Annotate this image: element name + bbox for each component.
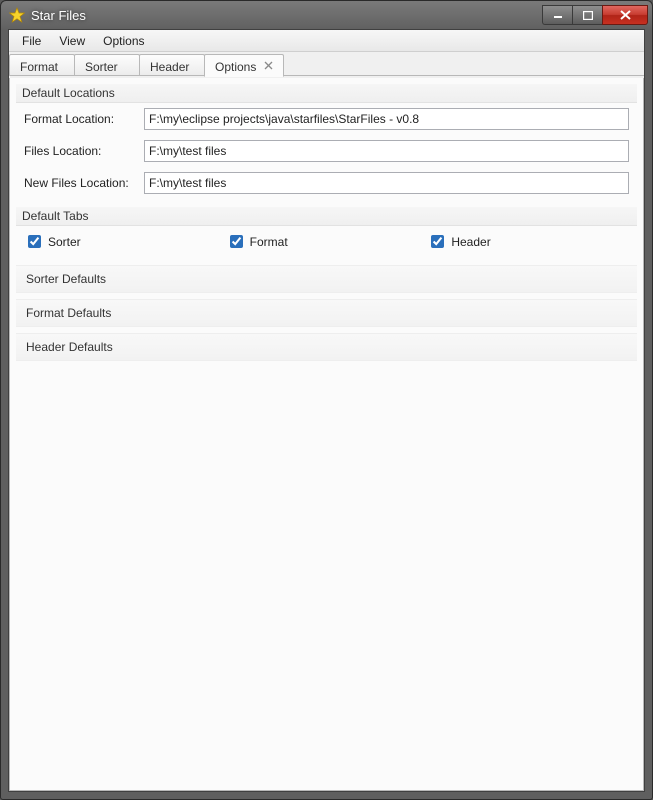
check-sorter[interactable]: Sorter — [24, 232, 226, 251]
tab-header[interactable]: Header — [139, 54, 205, 75]
check-format[interactable]: Format — [226, 232, 428, 251]
check-label: Header — [451, 235, 490, 249]
client-area: File View Options Format Sorter Header O… — [8, 29, 645, 792]
section-format-defaults[interactable]: Format Defaults — [16, 299, 637, 327]
label-format-location: Format Location: — [24, 112, 144, 126]
label-files-location: Files Location: — [24, 144, 144, 158]
label-new-files-location: New Files Location: — [24, 176, 144, 190]
tab-label: Sorter — [85, 60, 118, 74]
menu-options[interactable]: Options — [94, 32, 153, 50]
window-buttons — [542, 5, 648, 25]
section-sorter-defaults[interactable]: Sorter Defaults — [16, 265, 637, 293]
tab-options[interactable]: Options — [204, 54, 284, 77]
section-header-defaults[interactable]: Header Defaults — [16, 333, 637, 361]
row-files-location: Files Location: — [16, 135, 637, 167]
group-title-default-locations: Default Locations — [16, 84, 637, 103]
close-button[interactable] — [602, 5, 648, 25]
app-star-icon — [9, 7, 25, 23]
menubar: File View Options — [9, 30, 644, 52]
group-default-locations: Default Locations Format Location: Files… — [16, 84, 637, 199]
menu-view[interactable]: View — [50, 32, 94, 50]
tab-label: Header — [150, 60, 189, 74]
check-label: Sorter — [48, 235, 81, 249]
group-default-tabs: Default Tabs Sorter Format Header — [16, 207, 637, 257]
tabstrip: Format Sorter Header Options — [9, 52, 644, 76]
tab-label: Format — [20, 60, 58, 74]
row-format-location: Format Location: — [16, 103, 637, 135]
maximize-button[interactable] — [572, 5, 602, 25]
tab-sorter[interactable]: Sorter — [74, 54, 140, 75]
checkbox-format[interactable] — [230, 235, 243, 248]
window-frame: Star Files File View Options Form — [0, 0, 653, 800]
menu-file[interactable]: File — [13, 32, 50, 50]
checks-row: Sorter Format Header — [16, 226, 637, 257]
input-new-files-location[interactable] — [144, 172, 629, 194]
checkbox-header[interactable] — [431, 235, 444, 248]
titlebar[interactable]: Star Files — [1, 1, 652, 29]
options-panel: Default Locations Format Location: Files… — [9, 78, 644, 791]
minimize-button[interactable] — [542, 5, 572, 25]
tab-format[interactable]: Format — [9, 54, 75, 75]
input-format-location[interactable] — [144, 108, 629, 130]
row-new-files-location: New Files Location: — [16, 167, 637, 199]
checkbox-sorter[interactable] — [28, 235, 41, 248]
close-tab-icon[interactable] — [264, 61, 273, 73]
input-files-location[interactable] — [144, 140, 629, 162]
group-title-default-tabs: Default Tabs — [16, 207, 637, 226]
check-label: Format — [250, 235, 288, 249]
check-header[interactable]: Header — [427, 232, 629, 251]
window-title: Star Files — [31, 8, 542, 23]
tab-label: Options — [215, 60, 256, 74]
